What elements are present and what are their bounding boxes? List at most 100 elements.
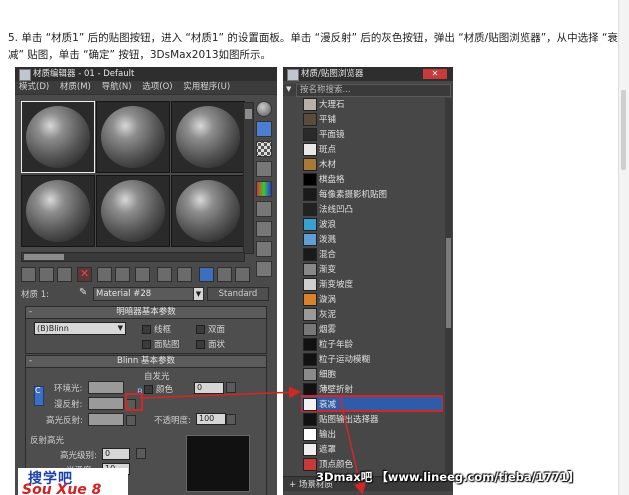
spec-level-map-button[interactable]	[136, 448, 146, 459]
slots-vertical-scrollbar[interactable]	[243, 102, 254, 254]
map-list-item[interactable]: 斑点	[301, 141, 443, 156]
face-map-checkbox[interactable]: 面贴图	[142, 338, 180, 350]
opacity-spinner[interactable]: 100	[196, 413, 226, 425]
shader-rollout-header[interactable]: - 明暗器基本参数	[26, 307, 266, 319]
map-list-item[interactable]: 输出	[301, 426, 443, 441]
browser-titlebar[interactable]: 材质/贴图浏览器 ✕	[283, 67, 453, 81]
map-list-item[interactable]: 粒子年龄	[301, 336, 443, 351]
chevron-down-icon[interactable]: ▼	[286, 85, 291, 93]
shader-type-select[interactable]: (B)Blinn ▼	[34, 322, 126, 335]
go-to-parent-icon[interactable]	[199, 267, 214, 282]
put-to-library-icon[interactable]	[115, 267, 130, 282]
map-list-item[interactable]: 每像素摄影机贴图	[301, 186, 443, 201]
map-list-item[interactable]: 贴图输出选择器	[301, 411, 443, 426]
background-checker-icon[interactable]	[256, 141, 272, 157]
map-list-item[interactable]: 衰减	[301, 395, 443, 412]
options-icon[interactable]	[256, 221, 272, 237]
map-thumbnail-icon	[303, 398, 317, 411]
close-button[interactable]: ✕	[423, 69, 447, 79]
map-list-item[interactable]: 平面镜	[301, 126, 443, 141]
map-list-item[interactable]: 混合	[301, 246, 443, 261]
menu-options[interactable]: 选项(O)	[142, 82, 172, 92]
menu-navigation[interactable]: 导航(N)	[102, 82, 132, 92]
specular-color-swatch[interactable]	[88, 413, 124, 426]
sample-slot[interactable]	[96, 101, 170, 173]
sample-slot[interactable]	[21, 175, 95, 247]
map-list-item[interactable]: 法线凹凸	[301, 201, 443, 216]
browser-title: 材质/贴图浏览器	[301, 69, 364, 79]
menu-material[interactable]: 材质(M)	[60, 82, 91, 92]
slots-hscroll-thumb[interactable]	[24, 254, 64, 260]
map-list-item-label: 粒子运动模糊	[319, 355, 371, 365]
go-forward-sibling-icon[interactable]	[217, 267, 232, 282]
material-name-field[interactable]: Material #28	[93, 287, 197, 301]
sample-slot[interactable]	[171, 101, 245, 173]
map-list-item[interactable]: 薄壁折射	[301, 381, 443, 396]
page-scrollbar-thumb[interactable]	[621, 90, 626, 170]
self-illum-spinner[interactable]: 0	[194, 382, 224, 394]
material-type-button[interactable]: Standard	[207, 287, 269, 301]
sample-slot[interactable]	[96, 175, 170, 247]
menu-mode[interactable]: 模式(D)	[19, 82, 49, 92]
spec-level-spinner[interactable]: 0	[102, 448, 130, 460]
map-list-item[interactable]: 渐变坡度	[301, 276, 443, 291]
select-by-material-icon[interactable]	[256, 241, 272, 257]
material-id-icon[interactable]	[135, 267, 150, 282]
map-list-item[interactable]: 棋盘格	[301, 171, 443, 186]
ambient-color-swatch[interactable]	[88, 381, 124, 394]
reset-map-icon[interactable]: ✕	[77, 267, 92, 282]
sample-type-icon[interactable]	[256, 101, 272, 117]
get-material-icon[interactable]	[21, 267, 36, 282]
blinn-rollout-header[interactable]: - Blinn 基本参数	[26, 356, 266, 368]
faceted-checkbox[interactable]: 面状	[196, 338, 225, 350]
sample-uv-tiling-icon[interactable]	[256, 161, 272, 177]
pick-material-icon[interactable]	[235, 267, 250, 282]
search-input[interactable]: 按名称搜索...	[296, 84, 451, 97]
put-to-scene-icon[interactable]	[39, 267, 54, 282]
slots-vscroll-thumb[interactable]	[245, 109, 252, 119]
map-list-item[interactable]: 木材	[301, 156, 443, 171]
make-preview-icon[interactable]	[256, 201, 272, 217]
self-illum-map-button[interactable]	[226, 382, 236, 393]
sample-slot[interactable]	[171, 175, 245, 247]
map-list-item[interactable]: 灰泥	[301, 306, 443, 321]
slots-horizontal-scrollbar[interactable]	[21, 252, 245, 262]
show-end-result-icon[interactable]	[177, 267, 192, 282]
video-color-check-icon[interactable]	[256, 181, 272, 197]
map-list-item[interactable]: 遮罩	[301, 441, 443, 456]
opacity-map-button[interactable]	[226, 414, 236, 425]
map-list-item[interactable]: 粒子运动模糊	[301, 351, 443, 366]
map-list-item[interactable]: 烟雾	[301, 321, 443, 336]
self-illum-color-checkbox[interactable]: 颜色	[144, 383, 173, 395]
assign-to-selection-icon[interactable]	[57, 267, 72, 282]
backlight-icon[interactable]	[256, 121, 272, 137]
eyedropper-icon[interactable]: ✎	[79, 287, 89, 299]
map-list-item[interactable]: 细胞	[301, 366, 443, 381]
menu-utilities[interactable]: 实用程序(U)	[183, 82, 230, 92]
map-list-item[interactable]: 渐变	[301, 261, 443, 276]
specular-map-button[interactable]	[126, 415, 136, 426]
page-scrollbar[interactable]	[618, 0, 629, 495]
shader-type-value: (B)Blinn	[37, 324, 69, 333]
sample-sphere	[26, 180, 90, 242]
map-list-item[interactable]: 平铺	[301, 111, 443, 126]
sample-slot[interactable]	[21, 101, 95, 173]
make-unique-icon[interactable]	[97, 267, 112, 282]
show-map-icon[interactable]	[157, 267, 172, 282]
map-list-item[interactable]: 漩涡	[301, 291, 443, 306]
map-thumbnail-icon	[303, 278, 317, 291]
wire-checkbox[interactable]: 线框	[142, 323, 171, 335]
map-list-item-label: 棋盘格	[319, 175, 345, 185]
map-list-item[interactable]: 波浪	[301, 216, 443, 231]
browser-scrollbar-thumb[interactable]	[446, 238, 451, 328]
map-list-item[interactable]: 大理石	[301, 98, 443, 111]
material-editor-titlebar[interactable]: 材质编辑器 - 01 - Default	[15, 67, 277, 81]
two-sided-checkbox[interactable]: 双面	[196, 323, 225, 335]
browser-scrollbar[interactable]	[445, 98, 452, 473]
map-list-item[interactable]: 泼溅	[301, 231, 443, 246]
diffuse-color-swatch[interactable]	[88, 397, 124, 410]
material-name-dropdown[interactable]: ▼	[193, 287, 204, 301]
map-list-item-label: 斑点	[319, 145, 337, 155]
map-thumbnail-icon	[303, 368, 317, 381]
map-thumbnail-icon	[303, 413, 317, 426]
